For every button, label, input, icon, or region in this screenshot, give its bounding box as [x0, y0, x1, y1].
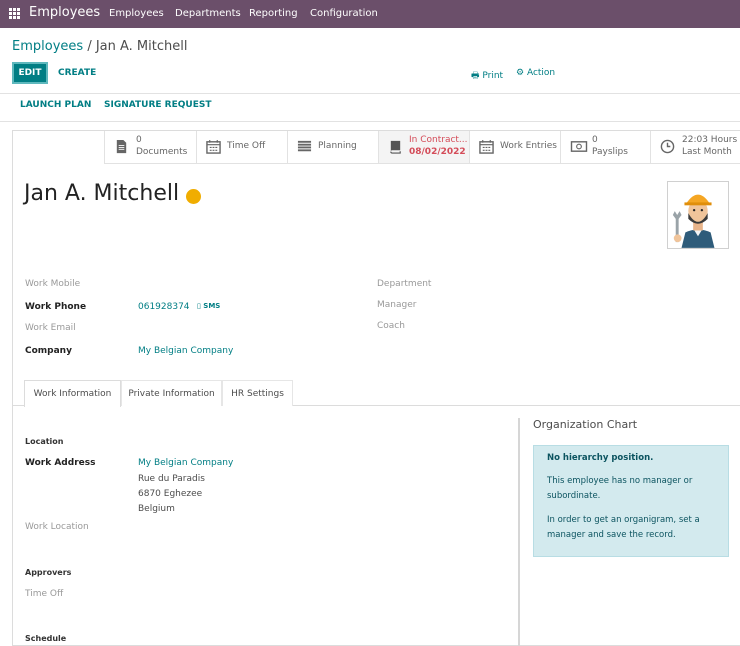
planning-icon	[297, 140, 312, 152]
work-entries-label: Work Entries	[500, 141, 557, 151]
menu-configuration[interactable]: Configuration	[310, 8, 378, 19]
work-address-country: Belgium	[138, 504, 175, 514]
documents-label: Documents	[136, 147, 188, 157]
hours-smart-button[interactable]: 22:03 Hours Last Month	[650, 131, 740, 164]
hours-period: Last Month	[682, 147, 732, 157]
print-button[interactable]: 🖶 Print	[471, 68, 503, 84]
breadcrumb-separator: /	[87, 39, 96, 54]
planning-label: Planning	[318, 141, 357, 151]
clock-icon	[660, 139, 675, 154]
work-entries-smart-button[interactable]: Work Entries	[469, 131, 560, 164]
worker-avatar-icon	[672, 194, 715, 248]
calendar-icon	[479, 139, 494, 154]
print-icon: 🖶	[471, 71, 480, 81]
breadcrumb: Employees / Jan A. Mitchell	[12, 39, 187, 54]
company-field[interactable]: My Belgian Company	[138, 346, 233, 356]
org-chart-heading: No hierarchy position.	[547, 453, 654, 463]
org-chart-title: Organization Chart	[533, 418, 638, 431]
contract-date: 08/02/2022	[409, 147, 466, 157]
work-address-city: 6870 Eghezee	[138, 489, 203, 499]
org-chart-line1: This employee has no manager or	[547, 476, 693, 486]
tab-private-information[interactable]: Private Information	[121, 380, 222, 406]
presence-status-icon	[186, 189, 201, 204]
book-icon	[390, 140, 401, 154]
apps-menu-icon[interactable]	[9, 8, 20, 19]
work-address-street: Rue du Paradis	[138, 474, 205, 484]
time-off-approver-label: Time Off	[25, 589, 64, 599]
statusbar-divider	[0, 121, 740, 122]
work-email-label: Work Email	[25, 323, 76, 333]
edit-button[interactable]: EDIT	[12, 62, 48, 84]
manager-label: Manager	[377, 300, 417, 310]
documents-count: 0	[136, 135, 142, 145]
smart-buttons-bar: 0 Documents Time Off Planning In Contrac…	[104, 131, 740, 164]
work-address-label: Work Address	[25, 458, 96, 468]
time-off-smart-button[interactable]: Time Off	[196, 131, 287, 164]
signature-request-button[interactable]: SIGNATURE REQUEST	[104, 100, 211, 110]
coach-label: Coach	[377, 321, 405, 331]
sms-label: SMS	[203, 302, 221, 310]
sms-button[interactable]: ▯ SMS	[197, 302, 220, 310]
approvers-section-title: Approvers	[25, 568, 72, 577]
breadcrumb-parent[interactable]: Employees	[12, 39, 83, 54]
payslips-smart-button[interactable]: 0 Payslips	[560, 131, 650, 164]
org-chart-line4: manager and save the record.	[547, 530, 676, 540]
work-phone-field[interactable]: 061928374	[138, 302, 190, 312]
org-chart-line3: In order to get an organigram, set a	[547, 515, 700, 525]
time-off-label: Time Off	[227, 141, 266, 151]
money-icon	[570, 141, 588, 152]
calendar-icon	[206, 139, 221, 154]
location-section-title: Location	[25, 437, 64, 446]
contract-status: In Contract...	[409, 135, 468, 145]
department-label: Department	[377, 279, 432, 289]
create-button[interactable]: CREATE	[58, 68, 96, 78]
menu-employees[interactable]: Employees	[109, 8, 164, 19]
org-chart-info-box: No hierarchy position. This employee has…	[533, 445, 729, 557]
mobile-icon: ▯	[197, 302, 201, 310]
work-location-label: Work Location	[25, 522, 89, 532]
gear-icon: ⚙	[516, 68, 525, 78]
planning-smart-button[interactable]: Planning	[287, 131, 378, 164]
employee-name[interactable]: Jan A. Mitchell	[24, 181, 179, 206]
work-mobile-label: Work Mobile	[25, 279, 81, 289]
org-chart-line2: subordinate.	[547, 491, 601, 501]
menu-departments[interactable]: Departments	[175, 8, 241, 19]
work-address-company[interactable]: My Belgian Company	[138, 458, 233, 468]
payslips-count: 0	[592, 135, 598, 145]
employee-avatar[interactable]	[667, 181, 729, 249]
action-label: Action	[526, 68, 556, 78]
tab-work-information[interactable]: Work Information	[24, 380, 121, 407]
org-chart-separator	[518, 418, 520, 646]
action-button[interactable]: ⚙ Action	[516, 68, 555, 78]
app-name[interactable]: Employees	[29, 5, 100, 20]
schedule-section-title: Schedule	[25, 634, 67, 643]
work-phone-label: Work Phone	[25, 302, 87, 312]
document-icon	[116, 139, 127, 154]
top-navbar: Employees Employees Departments Reportin…	[0, 0, 740, 28]
control-panel-divider	[0, 93, 740, 94]
payslips-label: Payslips	[592, 147, 628, 157]
tab-hr-settings[interactable]: HR Settings	[222, 380, 293, 406]
hours-value: 22:03 Hours	[682, 135, 738, 145]
breadcrumb-current: Jan A. Mitchell	[95, 39, 188, 54]
documents-smart-button[interactable]: 0 Documents	[104, 131, 196, 164]
company-label: Company	[25, 346, 72, 356]
print-label: Print	[482, 71, 504, 81]
menu-reporting[interactable]: Reporting	[249, 8, 298, 19]
contract-smart-button[interactable]: In Contract... 08/02/2022	[378, 131, 469, 164]
launch-plan-button[interactable]: LAUNCH PLAN	[20, 100, 91, 110]
